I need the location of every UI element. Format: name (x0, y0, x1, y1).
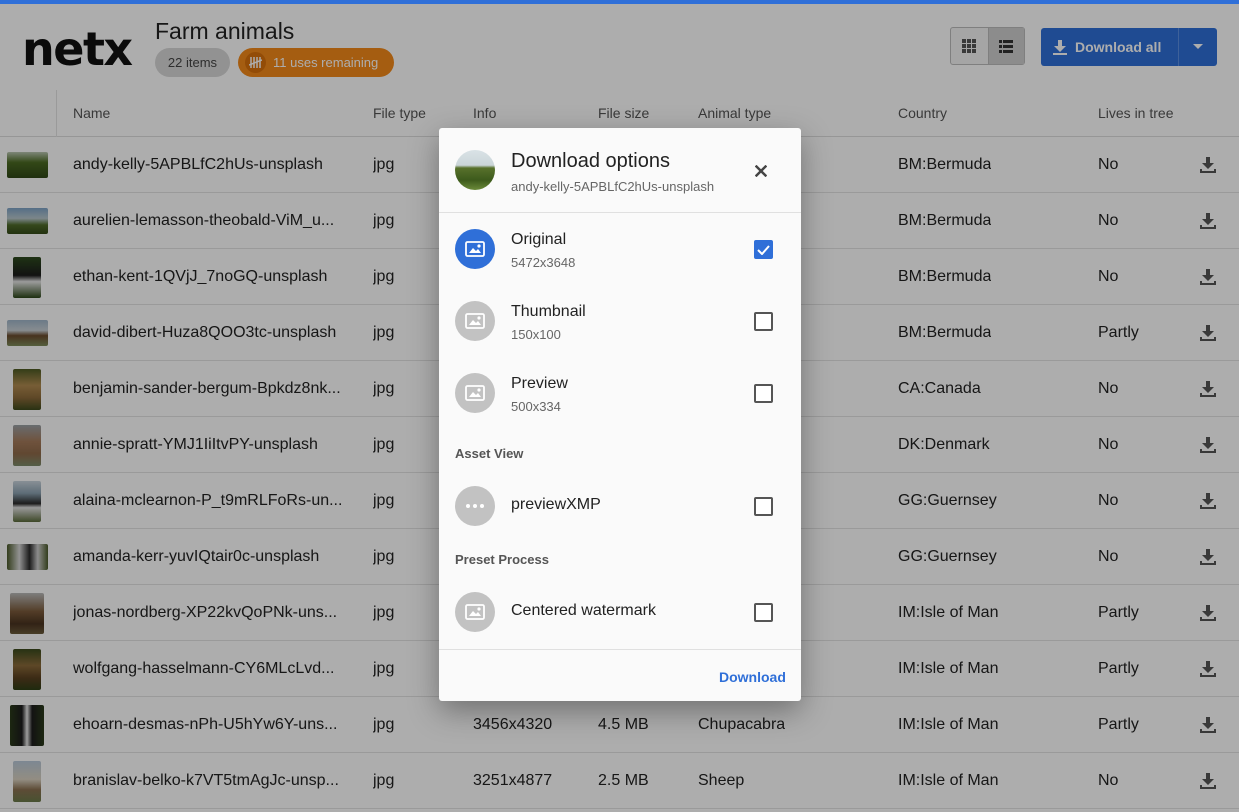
image-icon (455, 373, 495, 413)
option-size: 150x100 (511, 327, 561, 342)
download-options-dialog: Download options andy-kelly-5APBLfC2hUs-… (439, 128, 801, 701)
section-heading-preset-process: Preset Process (455, 552, 549, 567)
option-label: Thumbnail (511, 303, 586, 320)
dialog-header: Download options andy-kelly-5APBLfC2hUs-… (439, 128, 801, 213)
option-label: Centered watermark (511, 602, 656, 619)
option-size: 500x334 (511, 399, 561, 414)
image-icon (455, 229, 495, 269)
option-checkbox[interactable] (754, 384, 773, 403)
option-label: Preview (511, 375, 568, 392)
image-icon (455, 301, 495, 341)
download-button[interactable]: Download (719, 669, 786, 685)
check-icon (757, 244, 770, 255)
dialog-title: Download options (511, 150, 670, 172)
option-thumbnail[interactable]: Thumbnail 150x100 (439, 285, 801, 357)
section-heading-asset-view: Asset View (455, 446, 524, 461)
image-icon (455, 592, 495, 632)
option-previewxmp[interactable]: previewXMP (439, 470, 801, 542)
option-preview[interactable]: Preview 500x334 (439, 357, 801, 429)
option-checkbox[interactable] (754, 497, 773, 516)
more-icon (455, 486, 495, 526)
dialog-subtitle: andy-kelly-5APBLfC2hUs-unsplash (511, 179, 715, 194)
close-icon (755, 165, 767, 177)
option-centered-watermark[interactable]: Centered watermark (439, 576, 801, 648)
option-checkbox[interactable] (754, 603, 773, 622)
option-checkbox[interactable] (754, 240, 773, 259)
option-label: previewXMP (511, 496, 601, 513)
option-label: Original (511, 231, 567, 248)
asset-avatar (455, 150, 495, 190)
option-original[interactable]: Original 5472x3648 (439, 213, 801, 285)
close-button[interactable] (750, 160, 772, 182)
option-checkbox[interactable] (754, 312, 773, 331)
dialog-footer: Download (439, 649, 801, 701)
option-size: 5472x3648 (511, 255, 576, 270)
